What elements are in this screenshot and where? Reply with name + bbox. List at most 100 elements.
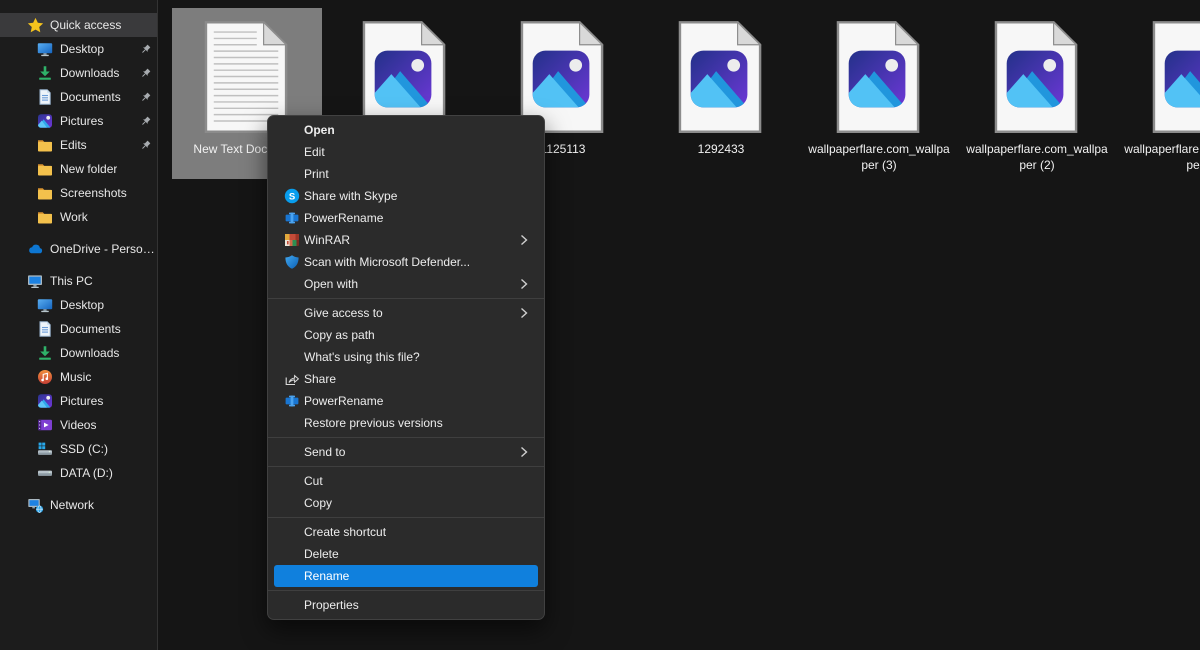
menu-item-scan-with-microsoft-defender[interactable]: Scan with Microsoft Defender... <box>274 251 538 273</box>
sidebar-item-pictures[interactable]: Pictures <box>0 389 157 413</box>
file-name: wallpaperflare.com_wallpaper <box>1122 142 1200 179</box>
sidebar-item-documents[interactable]: Documents <box>0 85 157 109</box>
menu-item-edit[interactable]: Edit <box>274 141 538 163</box>
menu-item-properties[interactable]: Properties <box>274 594 538 616</box>
sidebar-item-label: SSD (C:) <box>60 442 108 456</box>
folder-icon <box>36 137 54 154</box>
sidebar-item-label: Work <box>60 210 88 224</box>
menu-item-rename[interactable]: Rename <box>274 565 538 587</box>
menu-item-copy-as-path[interactable]: Copy as path <box>274 324 538 346</box>
desktop-icon <box>36 41 54 58</box>
sidebar-item-pictures[interactable]: Pictures <box>0 109 157 133</box>
pin-icon <box>139 43 152 56</box>
menu-item-label: Properties <box>304 598 359 612</box>
menu-item-give-access-to[interactable]: Give access to <box>274 302 538 324</box>
menu-item-share[interactable]: Share <box>274 368 538 390</box>
menu-item-send-to[interactable]: Send to <box>274 441 538 463</box>
star-icon <box>26 17 44 34</box>
sidebar-item-documents[interactable]: Documents <box>0 317 157 341</box>
menu-item-label: WinRAR <box>304 233 350 247</box>
folder-icon <box>36 161 54 178</box>
menu-separator <box>268 298 544 299</box>
documents-icon <box>36 89 54 106</box>
chevron-right-icon <box>520 446 528 458</box>
menu-item-label: Restore previous versions <box>304 416 443 430</box>
menu-item-restore-previous-versions[interactable]: Restore previous versions <box>274 412 538 434</box>
menu-item-print[interactable]: Print <box>274 163 538 185</box>
sidebar-item-work[interactable]: Work <box>0 205 157 229</box>
pin-icon <box>139 139 152 152</box>
menu-item-what-s-using-this-file[interactable]: What's using this file? <box>274 346 538 368</box>
pin-icon <box>139 91 152 104</box>
sidebar-item-music[interactable]: Music <box>0 365 157 389</box>
sidebar-item-quick-access[interactable]: Quick access <box>0 13 157 37</box>
svg-text:S: S <box>289 192 295 203</box>
sidebar-item-new-folder[interactable]: New folder <box>0 157 157 181</box>
sidebar-item-this-pc[interactable]: This PC <box>0 269 157 293</box>
file-name: 1292433 <box>698 142 745 164</box>
menu-icon-spacer <box>284 144 300 160</box>
menu-item-label: PowerRename <box>304 211 383 225</box>
image-file-icon <box>994 20 1080 136</box>
sidebar-item-downloads[interactable]: Downloads <box>0 61 157 85</box>
menu-separator <box>268 466 544 467</box>
menu-item-open-with[interactable]: Open with <box>274 273 538 295</box>
menu-icon-spacer <box>284 166 300 182</box>
menu-icon-spacer <box>284 444 300 460</box>
chevron-right-icon <box>520 278 528 290</box>
navigation-pane: Quick accessDesktopDownloadsDocumentsPic… <box>0 0 158 650</box>
file-name: 1125113 <box>541 142 586 164</box>
computer-icon <box>26 273 44 290</box>
menu-item-label: Create shortcut <box>304 525 386 539</box>
sidebar-item-label: Downloads <box>60 66 119 80</box>
menu-item-label: Copy as path <box>304 328 375 342</box>
sidebar-item-label: Music <box>60 370 91 384</box>
pin-icon <box>139 67 152 80</box>
menu-icon-spacer <box>284 495 300 511</box>
powerrename-icon <box>284 393 300 409</box>
sidebar-item-downloads[interactable]: Downloads <box>0 341 157 365</box>
menu-icon-spacer <box>284 524 300 540</box>
menu-item-share-with-skype[interactable]: S Share with Skype <box>274 185 538 207</box>
menu-item-cut[interactable]: Cut <box>274 470 538 492</box>
menu-separator <box>268 590 544 591</box>
menu-item-powerrename[interactable]: PowerRename <box>274 390 538 412</box>
sidebar-item-network[interactable]: Network <box>0 493 157 517</box>
file-tile-wallpaperflare-com-wallpaper-2[interactable]: wallpaperflare.com_wallpaper (2) <box>962 8 1112 179</box>
menu-item-label: Share with Skype <box>304 189 397 203</box>
menu-item-label: Send to <box>304 445 345 459</box>
menu-item-copy[interactable]: Copy <box>274 492 538 514</box>
file-tile-wallpaperflare-com-wallpaper[interactable]: wallpaperflare.com_wallpaper <box>1120 8 1200 179</box>
menu-item-winrar[interactable]: WinRAR <box>274 229 538 251</box>
menu-item-delete[interactable]: Delete <box>274 543 538 565</box>
menu-item-open[interactable]: Open <box>274 119 538 141</box>
sidebar-item-screenshots[interactable]: Screenshots <box>0 181 157 205</box>
sidebar-item-label: Documents <box>60 322 121 336</box>
file-tile-1292433[interactable]: 1292433 <box>646 8 796 179</box>
sidebar-item-desktop[interactable]: Desktop <box>0 37 157 61</box>
sidebar-item-label: DATA (D:) <box>60 466 113 480</box>
sidebar-item-label: OneDrive - Personal <box>50 242 157 256</box>
file-tile-wallpaperflare-com-wallpaper-3[interactable]: wallpaperflare.com_wallpaper (3) <box>804 8 954 179</box>
menu-icon-spacer <box>284 546 300 562</box>
sidebar-item-label: Edits <box>60 138 87 152</box>
image-file-icon <box>836 20 922 136</box>
sidebar-item-label: This PC <box>50 274 93 288</box>
sidebar-item-ssd-c[interactable]: SSD (C:) <box>0 437 157 461</box>
menu-item-label: Share <box>304 372 336 386</box>
sidebar-item-edits[interactable]: Edits <box>0 133 157 157</box>
menu-item-powerrename[interactable]: PowerRename <box>274 207 538 229</box>
folder-icon <box>36 209 54 226</box>
sidebar-item-desktop[interactable]: Desktop <box>0 293 157 317</box>
menu-item-label: Edit <box>304 145 325 159</box>
sidebar-item-data-d[interactable]: DATA (D:) <box>0 461 157 485</box>
chevron-right-icon <box>520 307 528 319</box>
menu-icon-spacer <box>284 597 300 613</box>
sidebar-item-videos[interactable]: Videos <box>0 413 157 437</box>
sidebar-item-label: Videos <box>60 418 96 432</box>
menu-item-label: Delete <box>304 547 339 561</box>
menu-icon-spacer <box>284 568 300 584</box>
menu-item-create-shortcut[interactable]: Create shortcut <box>274 521 538 543</box>
sidebar-item-onedrive-personal[interactable]: OneDrive - Personal <box>0 237 157 261</box>
context-menu: Open Edit Print S Share with Skype PowerRenam… <box>267 115 545 620</box>
